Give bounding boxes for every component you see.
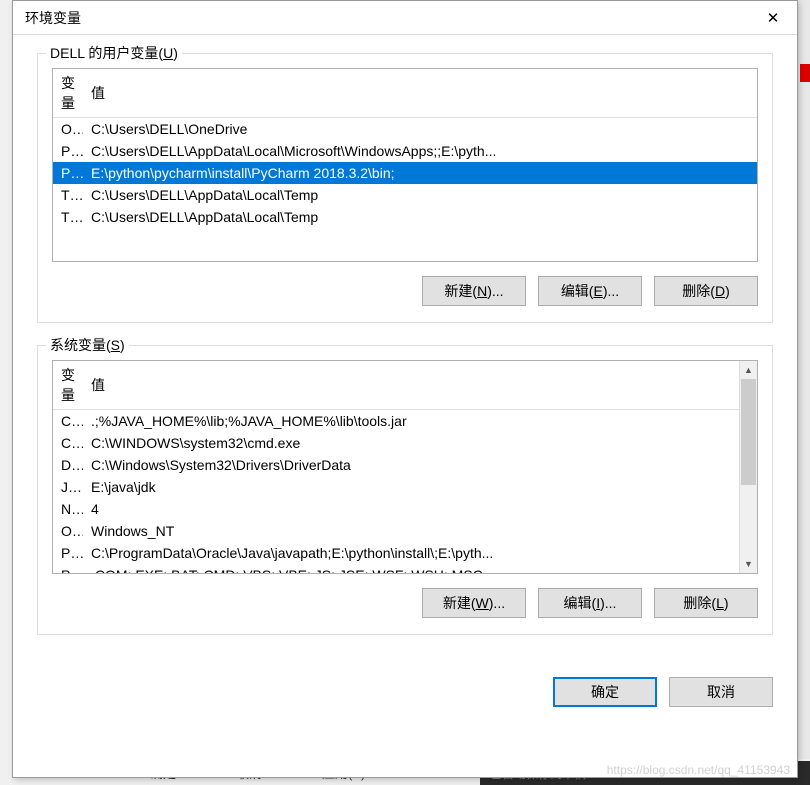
ok-button[interactable]: 确定 [553, 677, 657, 707]
table-row[interactable]: TMPC:\Users\DELL\AppData\Local\Temp [53, 206, 757, 228]
user-col-value[interactable]: 值 [83, 69, 757, 118]
user-vars-table-wrap: 变量 值 OneDriveC:\Users\DELL\OneDrive Path… [52, 68, 758, 262]
user-new-button[interactable]: 新建(N)... [422, 276, 526, 306]
table-row[interactable]: DriverDataC:\Windows\System32\Drivers\Dr… [53, 454, 739, 476]
table-row[interactable]: ComSpecC:\WINDOWS\system32\cmd.exe [53, 432, 739, 454]
sys-col-value[interactable]: 值 [83, 361, 739, 410]
user-vars-button-row: 新建(N)... 编辑(E)... 删除(D) [52, 276, 758, 306]
table-row[interactable]: NUMBER_OF_PROCESSORS4 [53, 498, 739, 520]
user-col-variable[interactable]: 变量 [53, 69, 83, 118]
scroll-up-icon[interactable]: ▲ [740, 361, 757, 379]
dialog-title: 环境变量 [25, 8, 81, 28]
cancel-button[interactable]: 取消 [669, 677, 773, 707]
dialog-button-row: 确定 取消 [13, 677, 797, 707]
scroll-track[interactable] [740, 379, 757, 555]
sys-col-variable[interactable]: 变量 [53, 361, 83, 410]
close-icon: ✕ [767, 9, 780, 27]
scroll-thumb[interactable] [741, 379, 756, 485]
background-red-strip [800, 64, 810, 82]
background-left-strip [0, 0, 12, 785]
table-row[interactable]: OneDriveC:\Users\DELL\OneDrive [53, 118, 757, 141]
dialog-content: DELL 的用户变量(U) 变量 值 OneDriveC:\Users\DELL… [13, 35, 797, 675]
user-vars-table[interactable]: 变量 值 OneDriveC:\Users\DELL\OneDrive Path… [53, 69, 757, 228]
system-delete-button[interactable]: 删除(L) [654, 588, 758, 618]
system-vars-label: 系统变量(S) [46, 335, 129, 355]
titlebar: 环境变量 ✕ [13, 1, 797, 35]
table-row[interactable]: CLASSPATH.;%JAVA_HOME%\lib;%JAVA_HOME%\l… [53, 410, 739, 433]
table-row[interactable]: JAVA_HOMEE:\java\jdk [53, 476, 739, 498]
user-delete-button[interactable]: 删除(D) [654, 276, 758, 306]
env-vars-dialog: 环境变量 ✕ DELL 的用户变量(U) 变量 值 [12, 0, 798, 778]
system-vars-table-wrap: 变量 值 CLASSPATH.;%JAVA_HOME%\lib;%JAVA_HO… [52, 360, 758, 574]
close-button[interactable]: ✕ [749, 1, 797, 35]
table-row[interactable]: PathC:\Users\DELL\AppData\Local\Microsof… [53, 140, 757, 162]
user-vars-label: DELL 的用户变量(U) [46, 43, 182, 63]
system-vars-groupbox: 系统变量(S) 变量 值 CLASSPATH.;%JAVA_HOME%\lib;… [37, 345, 773, 635]
system-vars-table[interactable]: 变量 值 CLASSPATH.;%JAVA_HOME%\lib;%JAVA_HO… [53, 361, 739, 574]
table-row-selected[interactable]: PyCharmE:\python\pycharm\install\PyCharm… [53, 162, 757, 184]
table-row[interactable]: OSWindows_NT [53, 520, 739, 542]
user-vars-groupbox: DELL 的用户变量(U) 变量 值 OneDriveC:\Users\DELL… [37, 53, 773, 323]
table-row[interactable]: TEMPC:\Users\DELL\AppData\Local\Temp [53, 184, 757, 206]
system-vars-button-row: 新建(W)... 编辑(I)... 删除(L) [52, 588, 758, 618]
table-row[interactable]: PATHEXT.COM;.EXE;.BAT;.CMD;.VBS;.VBE;.JS… [53, 564, 739, 574]
scroll-down-icon[interactable]: ▼ [740, 555, 757, 573]
system-edit-button[interactable]: 编辑(I)... [538, 588, 642, 618]
table-row[interactable]: PathC:\ProgramData\Oracle\Java\javapath;… [53, 542, 739, 564]
user-edit-button[interactable]: 编辑(E)... [538, 276, 642, 306]
system-new-button[interactable]: 新建(W)... [422, 588, 526, 618]
system-vars-scrollbar[interactable]: ▲ ▼ [739, 361, 757, 573]
